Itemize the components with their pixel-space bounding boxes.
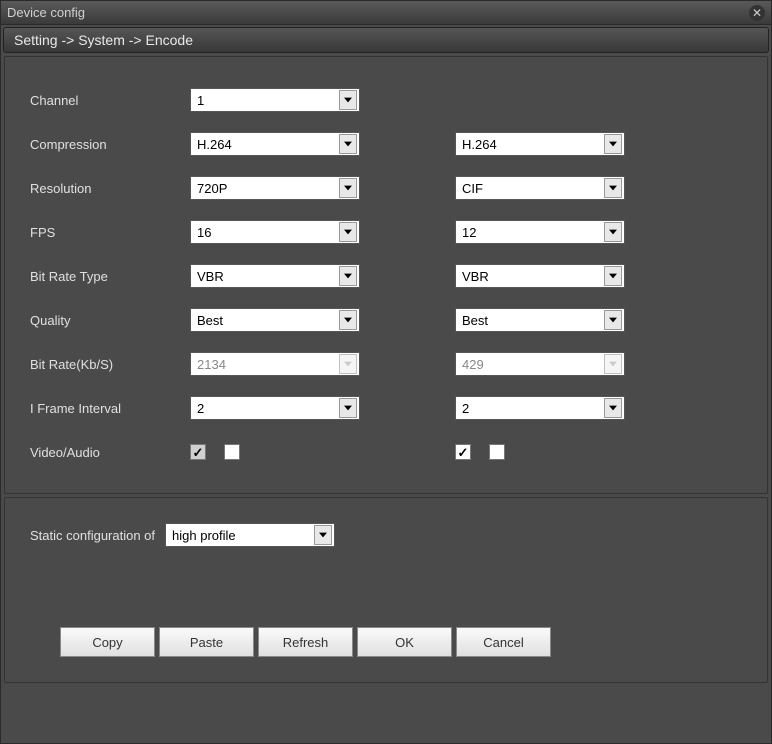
window-title: Device config: [7, 5, 85, 20]
audio-extra-checkbox[interactable]: [489, 444, 505, 460]
channel-select[interactable]: 1: [190, 88, 360, 112]
compression-extra-value: H.264: [462, 137, 497, 152]
chevron-down-icon: [604, 134, 622, 154]
resolution-main-select[interactable]: 720P: [190, 176, 360, 200]
channel-label: Channel: [30, 93, 190, 108]
bitratetype-extra-value: VBR: [462, 269, 489, 284]
copy-button[interactable]: Copy: [60, 627, 155, 657]
paste-button[interactable]: Paste: [159, 627, 254, 657]
breadcrumb-text: Setting -> System -> Encode: [14, 32, 193, 48]
breadcrumb: Setting -> System -> Encode: [3, 27, 769, 53]
bitrate-label: Bit Rate(Kb/S): [30, 357, 190, 372]
bitratetype-main-value: VBR: [197, 269, 224, 284]
fps-extra-select[interactable]: 12: [455, 220, 625, 244]
compression-extra-select[interactable]: H.264: [455, 132, 625, 156]
chevron-down-icon: [604, 354, 622, 374]
chevron-down-icon: [604, 398, 622, 418]
action-buttons: Copy Paste Refresh OK Cancel: [60, 627, 742, 657]
iframe-extra-value: 2: [462, 401, 469, 416]
ok-button[interactable]: OK: [357, 627, 452, 657]
video-main-checkbox[interactable]: [190, 444, 206, 460]
bitrate-extra-select: 429: [455, 352, 625, 376]
staticconfig-select[interactable]: high profile: [165, 523, 335, 547]
channel-value: 1: [197, 93, 204, 108]
fps-label: FPS: [30, 225, 190, 240]
resolution-main-value: 720P: [197, 181, 227, 196]
chevron-down-icon: [314, 525, 332, 545]
resolution-extra-select[interactable]: CIF: [455, 176, 625, 200]
chevron-down-icon: [339, 266, 357, 286]
chevron-down-icon: [604, 222, 622, 242]
iframe-main-select[interactable]: 2: [190, 396, 360, 420]
chevron-down-icon: [604, 310, 622, 330]
staticconfig-value: high profile: [172, 528, 236, 543]
refresh-button[interactable]: Refresh: [258, 627, 353, 657]
audio-main-checkbox[interactable]: [224, 444, 240, 460]
close-icon: ✕: [752, 7, 762, 19]
fps-main-select[interactable]: 16: [190, 220, 360, 244]
bitratetype-label: Bit Rate Type: [30, 269, 190, 284]
titlebar: Device config ✕: [1, 1, 771, 25]
compression-main-value: H.264: [197, 137, 232, 152]
bitrate-main-select: 2134: [190, 352, 360, 376]
chevron-down-icon: [339, 134, 357, 154]
chevron-down-icon: [604, 266, 622, 286]
fps-extra-value: 12: [462, 225, 476, 240]
bitrate-extra-value: 429: [462, 357, 484, 372]
iframe-main-value: 2: [197, 401, 204, 416]
cancel-button[interactable]: Cancel: [456, 627, 551, 657]
chevron-down-icon: [339, 354, 357, 374]
quality-main-select[interactable]: Best: [190, 308, 360, 332]
encode-settings-panel: Channel 1 Compression H.264 H.264 Resolu…: [4, 56, 768, 494]
footer-panel: Static configuration of high profile Cop…: [4, 497, 768, 683]
chevron-down-icon: [339, 310, 357, 330]
iframe-label: I Frame Interval: [30, 401, 190, 416]
quality-extra-select[interactable]: Best: [455, 308, 625, 332]
videoaudio-label: Video/Audio: [30, 445, 190, 460]
iframe-extra-select[interactable]: 2: [455, 396, 625, 420]
chevron-down-icon: [339, 178, 357, 198]
chevron-down-icon: [604, 178, 622, 198]
compression-main-select[interactable]: H.264: [190, 132, 360, 156]
quality-label: Quality: [30, 313, 190, 328]
video-extra-checkbox[interactable]: [455, 444, 471, 460]
resolution-label: Resolution: [30, 181, 190, 196]
device-config-window: Device config ✕ Setting -> System -> Enc…: [0, 0, 772, 744]
chevron-down-icon: [339, 398, 357, 418]
bitratetype-extra-select[interactable]: VBR: [455, 264, 625, 288]
bitratetype-main-select[interactable]: VBR: [190, 264, 360, 288]
compression-label: Compression: [30, 137, 190, 152]
chevron-down-icon: [339, 90, 357, 110]
chevron-down-icon: [339, 222, 357, 242]
resolution-extra-value: CIF: [462, 181, 483, 196]
fps-main-value: 16: [197, 225, 211, 240]
bitrate-main-value: 2134: [197, 357, 226, 372]
staticconfig-label: Static configuration of: [30, 528, 155, 543]
quality-main-value: Best: [197, 313, 223, 328]
close-button[interactable]: ✕: [749, 5, 765, 21]
quality-extra-value: Best: [462, 313, 488, 328]
